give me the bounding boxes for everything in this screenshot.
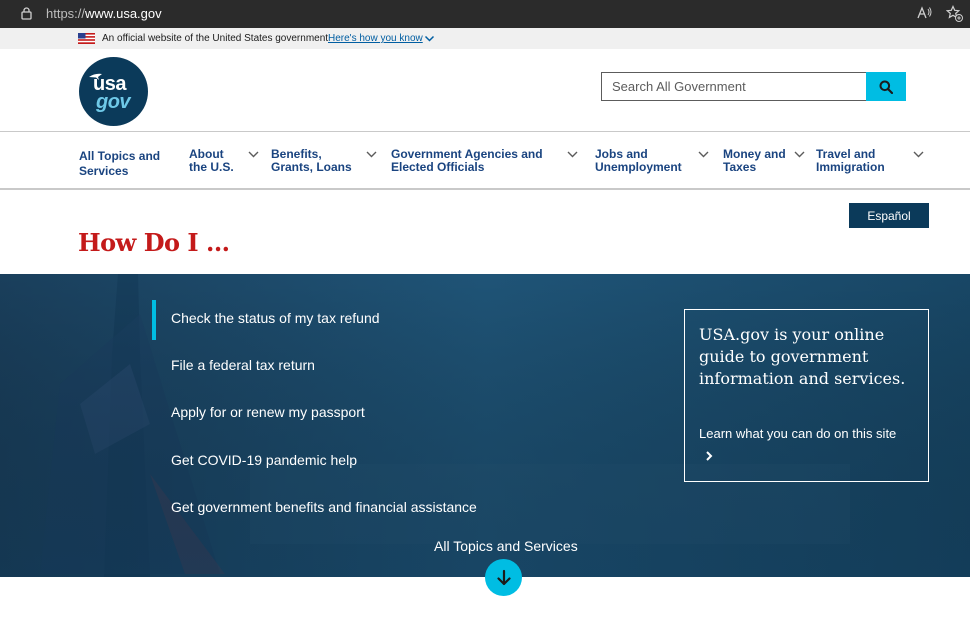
nav-label: Grants, Loans (271, 160, 352, 174)
chevron-down-icon[interactable] (248, 151, 259, 158)
learn-more-link[interactable]: Learn what you can do on this site (699, 423, 899, 467)
search-button[interactable] (866, 72, 906, 101)
espanol-button[interactable]: Español (849, 203, 929, 228)
usagov-logo[interactable]: usa gov (79, 57, 148, 126)
chevron-down-icon[interactable] (366, 151, 377, 158)
nav-divider (0, 188, 970, 190)
nav-label: Taxes (723, 160, 757, 174)
search-icon (879, 80, 893, 94)
us-flag-icon (78, 33, 95, 44)
task-link-file-tax-return[interactable]: File a federal tax return (171, 357, 315, 373)
chevron-down-icon[interactable] (424, 34, 435, 43)
chevron-down-icon[interactable] (913, 151, 924, 158)
task-link-benefits[interactable]: Get government benefits and financial as… (171, 499, 477, 515)
nav-all-topics[interactable]: All Topics and Services (79, 149, 160, 179)
chevron-down-icon[interactable] (794, 151, 805, 158)
arrow-down-icon (496, 569, 511, 585)
scroll-down-button[interactable] (485, 559, 522, 596)
header-divider (0, 131, 970, 132)
chevron-down-icon[interactable] (698, 151, 709, 158)
all-topics-label[interactable]: All Topics and Services (434, 538, 578, 554)
task-link-tax-refund[interactable]: Check the status of my tax refund (171, 310, 380, 326)
nav-label: the U.S. (189, 160, 234, 174)
learn-more-label: Learn what you can do on this site (699, 426, 897, 441)
info-card-heading: USA.gov is your online guide to governme… (699, 325, 906, 388)
nav-label: Immigration (816, 160, 885, 174)
task-link-passport[interactable]: Apply for or renew my passport (171, 404, 365, 420)
how-you-know-link[interactable]: Here's how you know (328, 33, 423, 44)
logo-gov-text: gov (96, 91, 131, 113)
nav-label: Elected Officials (391, 160, 485, 174)
read-aloud-icon[interactable] (917, 5, 933, 21)
nav-about-us[interactable]: About the U.S. (189, 148, 234, 174)
official-site-text: An official website of the United States… (102, 33, 329, 44)
search-input[interactable] (601, 72, 867, 101)
add-favorite-icon[interactable] (946, 5, 963, 22)
nav-label: Services (79, 164, 129, 178)
lock-icon (21, 7, 32, 20)
nav-money-taxes[interactable]: Money and Taxes (723, 148, 786, 174)
chevron-down-icon[interactable] (567, 151, 578, 158)
url-field[interactable]: https://www.usa.gov (46, 6, 162, 21)
active-task-indicator (152, 300, 156, 340)
task-link-covid-help[interactable]: Get COVID-19 pandemic help (171, 452, 357, 468)
page-title: How Do I ... (78, 228, 230, 257)
nav-jobs[interactable]: Jobs and Unemployment (595, 148, 682, 174)
nav-benefits[interactable]: Benefits, Grants, Loans (271, 148, 352, 174)
nav-label: All Topics and (79, 149, 161, 163)
chevron-right-icon (706, 451, 713, 461)
nav-travel-immigration[interactable]: Travel and Immigration (816, 148, 885, 174)
nav-government-agencies[interactable]: Government Agencies and Elected Official… (391, 148, 543, 174)
nav-label: Unemployment (595, 160, 682, 174)
